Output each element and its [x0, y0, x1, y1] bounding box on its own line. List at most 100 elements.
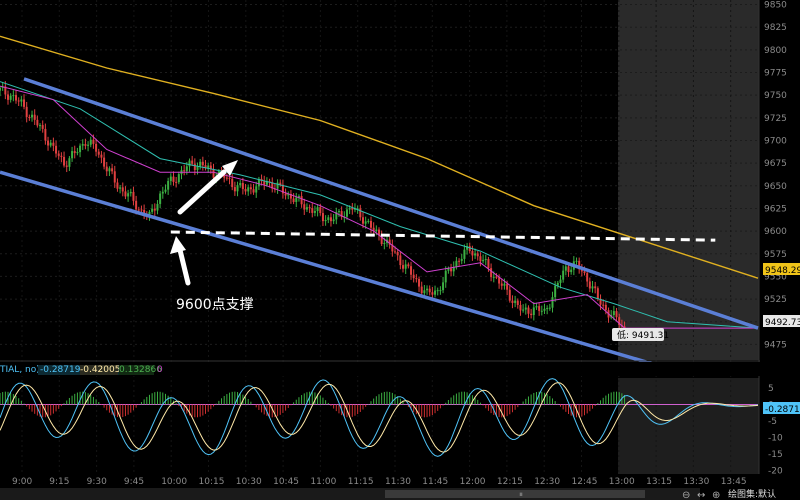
candle-body — [570, 269, 573, 273]
candle-body — [527, 307, 530, 314]
candle-body — [345, 209, 348, 217]
candle-body — [255, 186, 258, 193]
price-tick-label: 9525 — [764, 295, 787, 305]
candle-body — [439, 290, 442, 292]
candle-body — [321, 213, 324, 222]
zoom-out-icon[interactable]: ⊖ — [682, 490, 690, 500]
candle-body — [28, 116, 31, 118]
candle-body — [300, 196, 303, 205]
candle-body — [263, 181, 266, 185]
candle-body — [191, 160, 194, 164]
candle-body — [324, 220, 327, 222]
scrollbar-thumb[interactable] — [385, 490, 645, 498]
price-tick-label: 9600 — [764, 227, 787, 237]
candle-body — [583, 271, 586, 274]
candle-body — [207, 165, 210, 168]
candle-body — [63, 156, 66, 166]
time-tick-label: 11:15 — [348, 477, 374, 487]
indicator-tick-label: -10 — [768, 434, 783, 444]
candle-body — [31, 114, 34, 118]
candle-body — [295, 197, 298, 202]
candle-body — [100, 154, 103, 158]
candle-body — [305, 207, 308, 210]
candle-body — [121, 187, 124, 192]
candle-body — [316, 207, 319, 212]
time-tick-label: 12:45 — [572, 477, 598, 487]
candle-body — [241, 183, 244, 190]
drawing-set-label[interactable]: 绘图集:默认 — [728, 488, 776, 500]
candle-body — [434, 290, 437, 295]
candle-body — [97, 151, 100, 155]
price-tick-label: 9625 — [764, 204, 787, 214]
candle-body — [185, 166, 188, 172]
candle-body — [588, 281, 591, 289]
candle-body — [420, 286, 423, 294]
scroll-handle-icon[interactable]: ⏸ — [519, 490, 523, 499]
candle-body — [116, 182, 119, 189]
candle-body — [562, 270, 565, 280]
candle-body — [463, 249, 466, 259]
candle-body — [153, 208, 156, 211]
candle-body — [604, 304, 607, 311]
candle-body — [546, 308, 549, 310]
zoom-reset-icon[interactable]: ↔ — [697, 490, 705, 500]
candle-body — [124, 191, 127, 197]
low-price-label: 低: 9491.31 — [612, 328, 669, 341]
candle-body — [60, 155, 63, 157]
candle-body — [108, 168, 111, 172]
candle-body — [55, 145, 58, 154]
price-tick-label: 9850 — [764, 1, 787, 11]
candle-body — [551, 297, 554, 308]
candle-body — [407, 264, 410, 267]
candle-body — [41, 125, 44, 129]
candle-body — [111, 168, 114, 172]
candle-body — [228, 177, 231, 179]
svg-text:-0.2871: -0.2871 — [765, 405, 800, 415]
candle-body — [543, 308, 546, 311]
candle-body — [348, 208, 351, 210]
candle-body — [500, 283, 503, 286]
candle-body — [367, 220, 370, 222]
yellow-ma-badge: 9548.29 — [763, 263, 800, 276]
candle-body — [490, 268, 493, 278]
candle-body — [47, 140, 50, 146]
candle-body — [161, 191, 164, 194]
candle-body — [156, 203, 159, 211]
candle-body — [436, 290, 439, 292]
time-tick-label: 13:30 — [683, 477, 709, 487]
candle-body — [311, 208, 314, 213]
zoom-in-icon[interactable]: ⊕ — [712, 490, 720, 500]
candle-body — [167, 180, 170, 190]
candle-body — [394, 251, 397, 253]
candle-body — [474, 253, 477, 256]
candle-body — [0, 87, 1, 91]
time-tick-label: 11:45 — [422, 477, 448, 487]
candle-body — [284, 193, 287, 196]
candle-body — [225, 177, 228, 179]
candle-body — [423, 290, 426, 294]
candle-body — [39, 125, 42, 127]
candle-body — [535, 306, 538, 308]
candle-body — [503, 283, 506, 286]
candle-body — [292, 198, 295, 202]
candle-body — [175, 181, 178, 183]
svg-text:9548.29: 9548.29 — [765, 266, 800, 276]
candle-body — [212, 169, 215, 178]
candle-body — [602, 304, 605, 306]
candle-body — [33, 114, 36, 120]
candle-body — [524, 307, 527, 310]
candle-body — [76, 152, 79, 154]
time-tick-label: 10:45 — [273, 477, 299, 487]
candle-body — [567, 266, 570, 273]
candle-body — [329, 217, 332, 222]
candle-body — [476, 253, 479, 257]
candle-body — [71, 151, 74, 159]
price-tick-label: 9700 — [764, 136, 787, 146]
candle-body — [479, 256, 482, 262]
candle-body — [482, 259, 485, 262]
candle-body — [313, 211, 316, 213]
indicator-tick-label: -5 — [768, 417, 777, 427]
candle-body — [431, 292, 434, 295]
candle-body — [361, 217, 364, 224]
candle-body — [450, 268, 453, 272]
